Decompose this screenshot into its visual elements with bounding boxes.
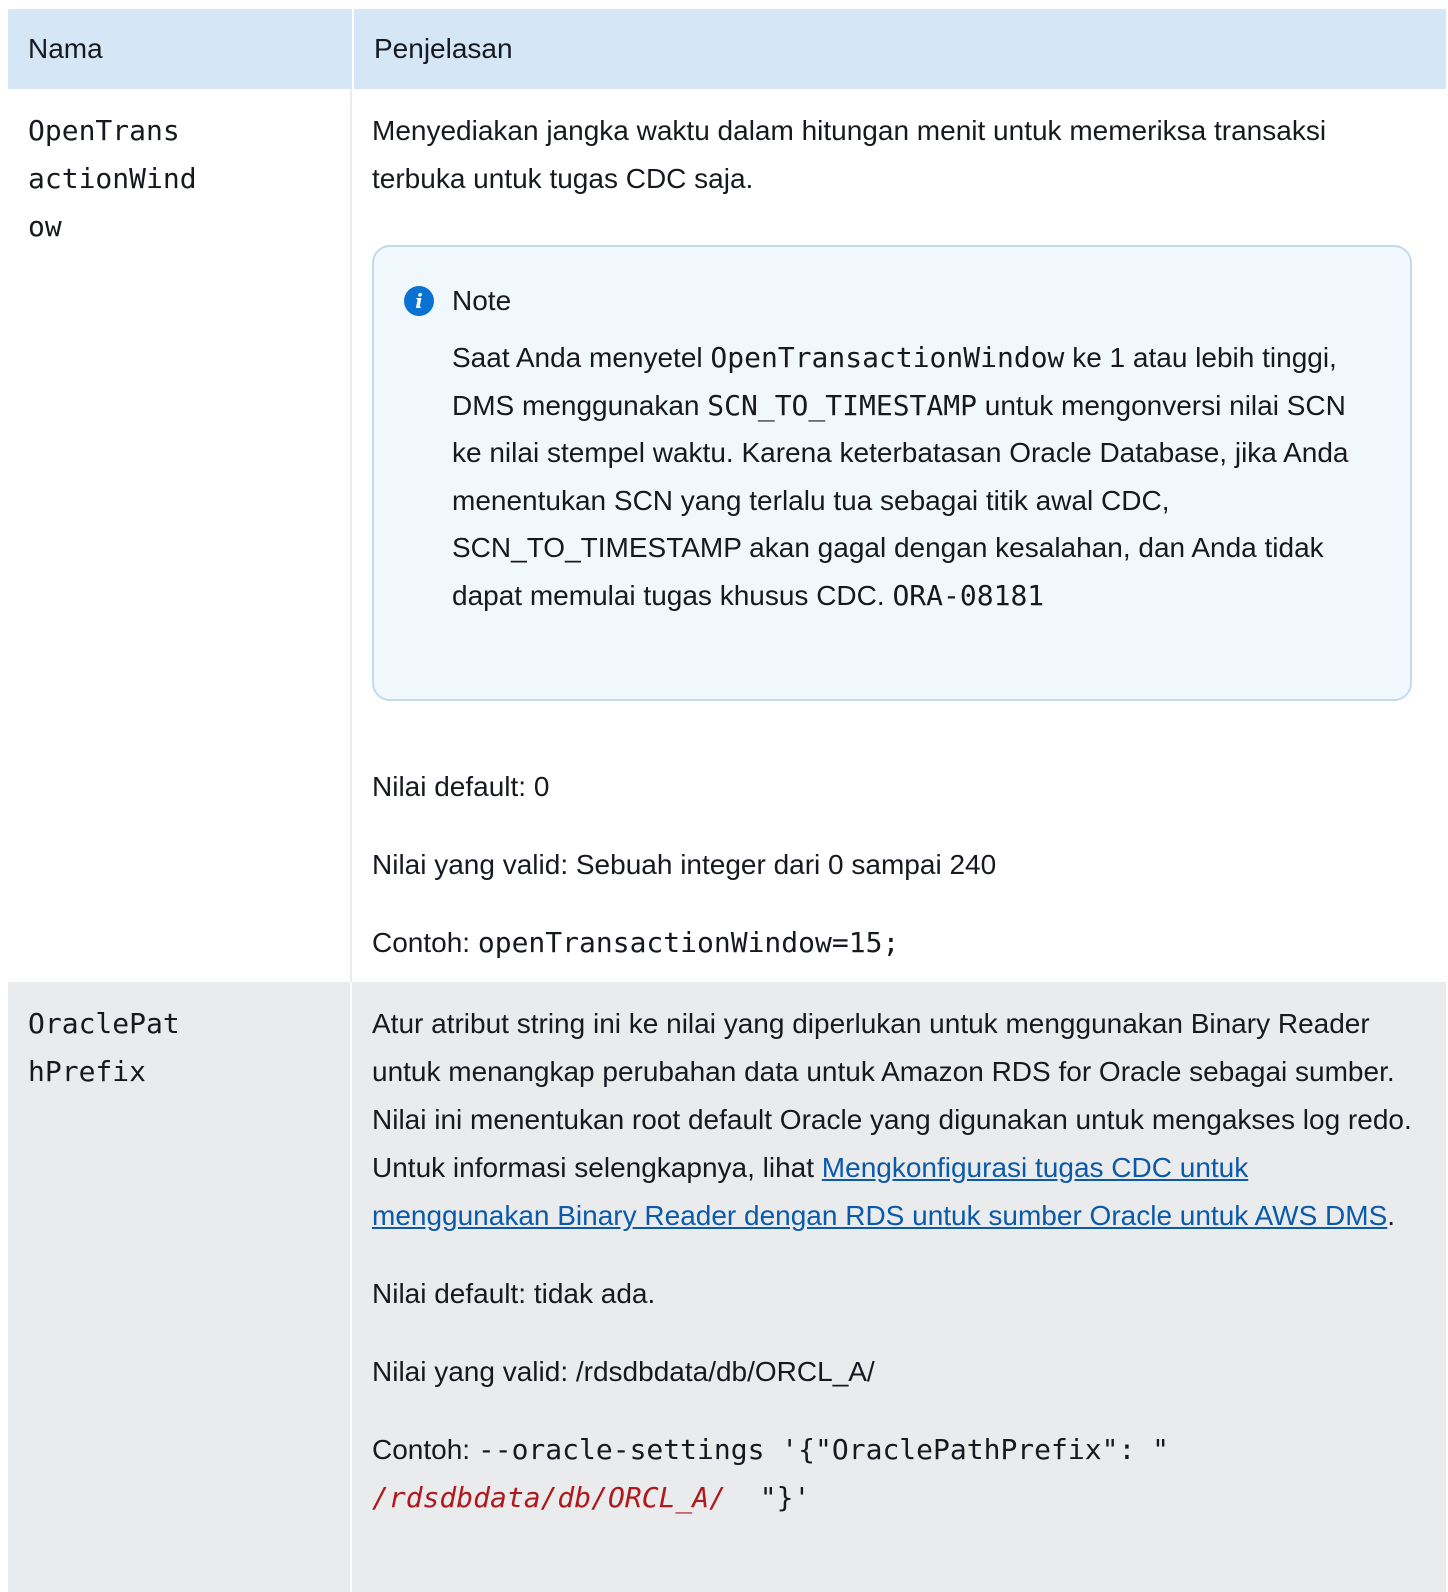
example: Contoh: openTransactionWindow=15; [372,919,1424,967]
info-icon: i [404,286,434,316]
default-value: Nilai default: 0 [372,771,550,802]
inline-code: ORA-08181 [892,578,1045,612]
param-name-part: OraclePat [28,1007,180,1040]
inline-code: SCN_TO_TIMESTAMP [707,388,977,422]
example-label: Contoh: [372,927,478,958]
row-description-cell: Menyediakan jangka waktu dalam hitungan … [352,89,1446,982]
note-text: untuk mengonversi nilai SCN ke nilai ste… [452,389,1349,611]
description-text: Menyediakan jangka waktu dalam hitungan … [372,115,1327,194]
example-code: --oracle-settings '{"OraclePathPrefix": … [477,1433,1220,1466]
param-name: OraclePat hPrefix [28,1000,208,1096]
row-description-cell: Atur atribut string ini ke nilai yang di… [352,982,1446,1592]
inline-code: OpenTransactionWindow [710,341,1065,374]
note-title: Note [452,285,512,316]
header-description: Penjelasan [352,9,1446,89]
example-code: openTransactionWindow=15; [477,926,900,959]
header-name: Nama [8,9,352,89]
row-name-cell: OpenTrans actionWindow [8,89,352,982]
param-name: OpenTrans actionWindow [28,107,208,251]
param-name-part: hPrefix [28,1055,147,1088]
example-code-placeholder: /rdsdbdata/db/ORCL_A/ [372,1481,727,1514]
example-code: "}' [726,1481,811,1514]
description-end: . [1387,1200,1396,1231]
parameters-table: Nama Penjelasan OpenTrans actionWindow Me… [8,9,1446,1592]
valid-values: Nilai yang valid: Sebuah integer dari 0 … [372,849,997,880]
valid-values: Nilai yang valid: /rdsdbdata/db/ORCL_A/ [372,1356,875,1387]
note-text: Saat Anda menyetel [452,342,711,373]
param-name-part: OpenTrans [28,114,180,147]
note-header: i Note [404,277,1370,325]
note-callout: i Note Saat Anda menyetel OpenTransactio… [372,245,1412,701]
example-label: Contoh: [372,1434,478,1465]
example: Contoh: --oracle-settings '{"OraclePathP… [372,1426,1424,1522]
row-name-cell: OraclePat hPrefix [8,982,352,1592]
param-name-part: actionWindow [28,162,197,243]
default-value: Nilai default: tidak ada. [372,1278,656,1309]
note-body: Saat Anda menyetel OpenTransactionWindow… [452,334,1370,619]
description-text: Atur atribut string ini ke nilai yang di… [372,1000,1424,1240]
